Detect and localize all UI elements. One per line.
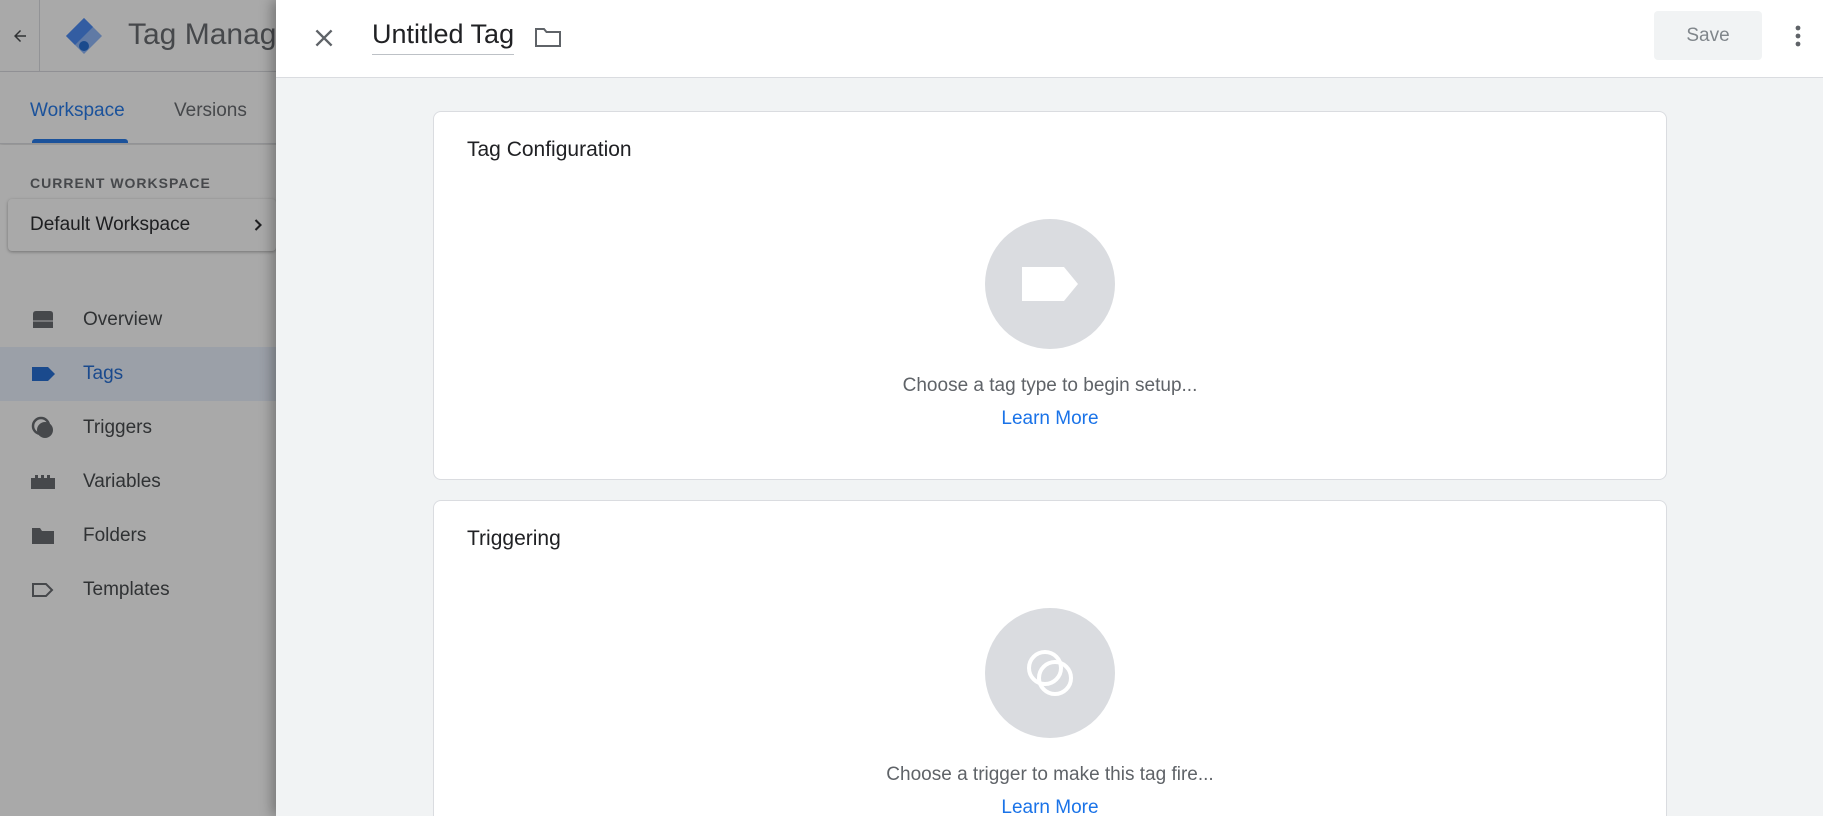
save-button[interactable]: Save xyxy=(1654,11,1762,60)
card-description: Choose a trigger to make this tag fire..… xyxy=(886,764,1214,785)
tag-name-input[interactable]: Untitled Tag xyxy=(372,19,515,55)
card-title: Tag Configuration xyxy=(467,138,632,161)
trigger-placeholder[interactable] xyxy=(985,608,1115,738)
close-button[interactable] xyxy=(306,20,342,56)
modal-scrim[interactable] xyxy=(0,0,276,816)
trigger-icon xyxy=(1027,650,1073,696)
triggering-card[interactable]: Triggering Choose a trigger to make this… xyxy=(433,500,1667,816)
close-icon xyxy=(315,29,333,47)
tag-editor-panel: Untitled Tag Save Tag Configuration Choo… xyxy=(276,0,1823,816)
learn-more-link: Learn More xyxy=(434,797,1666,816)
tag-type-placeholder[interactable] xyxy=(985,219,1115,349)
tag-icon xyxy=(1022,267,1078,301)
learn-more-link: Learn More xyxy=(434,408,1666,430)
card-description: Choose a tag type to begin setup... xyxy=(902,375,1198,396)
folder-outline-icon xyxy=(535,28,561,47)
card-title: Triggering xyxy=(467,527,561,550)
tag-configuration-card[interactable]: Tag Configuration Choose a tag type to b… xyxy=(433,111,1667,480)
tag-editor-header: Untitled Tag Save xyxy=(276,0,1823,78)
more-vert-icon xyxy=(1795,25,1801,47)
learn-more-link-text[interactable]: Learn More xyxy=(1001,408,1098,429)
learn-more-link-text[interactable]: Learn More xyxy=(1001,797,1098,816)
more-options-button[interactable] xyxy=(1786,18,1810,54)
folder-button[interactable] xyxy=(532,22,564,52)
